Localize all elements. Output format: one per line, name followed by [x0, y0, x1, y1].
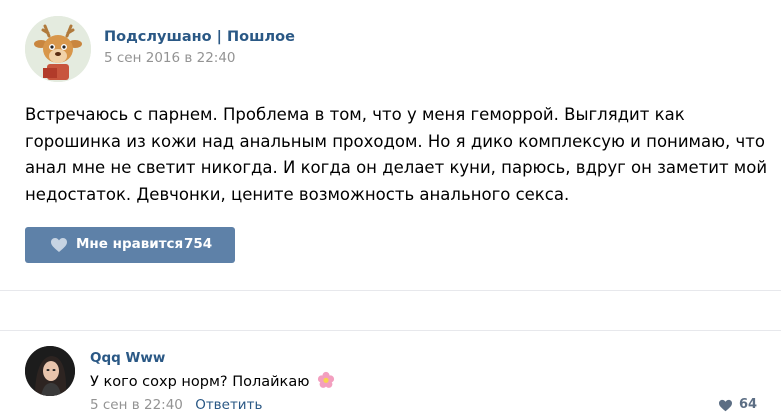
comment-date[interactable]: 5 сен в 22:40 [90, 397, 183, 413]
flower-icon [317, 371, 335, 388]
post-header: Подслушано | Пошлое 5 сен 2016 в 22:40 [25, 16, 765, 86]
comment-author-name[interactable]: Qqq Www [90, 350, 165, 366]
deer-avatar-image [25, 16, 91, 82]
like-label: Мне нравится [76, 236, 184, 252]
like-button[interactable]: Мне нравится 754 [25, 227, 235, 263]
post-date[interactable]: 5 сен 2016 в 22:40 [104, 50, 236, 66]
group-avatar[interactable] [25, 16, 91, 82]
comment-meta: 5 сен в 22:40 Ответить [90, 397, 262, 413]
post-text-line: Встречаюсь с парнем. Проблема в том, что… [25, 105, 685, 124]
avatar-photo [25, 346, 75, 396]
post-text-line: горошинка из кожи над анальным проходом.… [25, 131, 765, 151]
post-text-line: недостаток. Девчонки, цените возможность… [25, 184, 570, 204]
divider [0, 330, 781, 331]
group-name-link[interactable]: Подслушано | Пошлое [104, 29, 295, 45]
divider [0, 290, 781, 291]
comment-text: У кого сохр норм? Полайкаю [90, 371, 335, 390]
post-text-line: анал мне не светит никогда. И когда он д… [25, 158, 768, 177]
heart-icon [719, 399, 732, 412]
comment-like-button[interactable]: 64 [718, 397, 768, 415]
comment-author-avatar[interactable] [25, 346, 75, 396]
like-count: 754 [184, 236, 213, 252]
comment-text-body: У кого сохр норм? Полайкаю [90, 374, 310, 390]
post-text: Встречаюсь с парнем. Проблема в том, что… [25, 102, 768, 208]
heart-icon [51, 238, 67, 252]
comment-like-count: 64 [739, 397, 758, 412]
reply-link[interactable]: Ответить [195, 397, 262, 413]
